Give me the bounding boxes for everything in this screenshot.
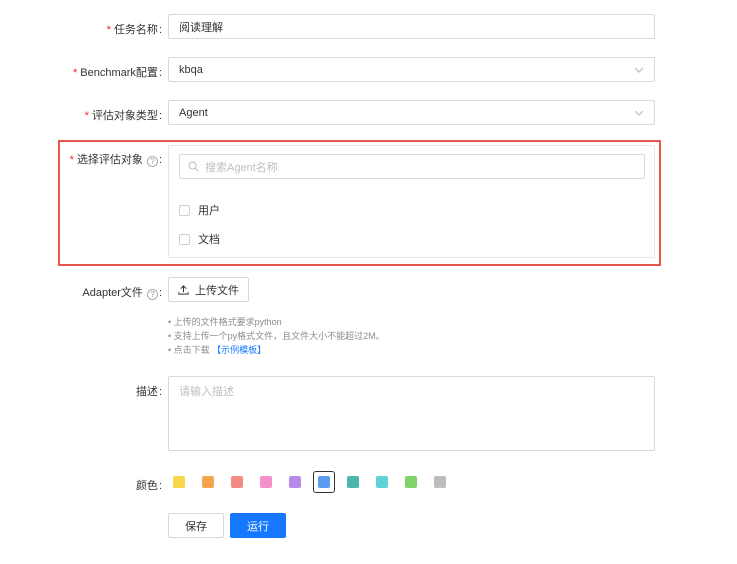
color-swatch-fill [347,476,359,488]
color-swatch-fill [434,476,446,488]
color-swatch-fill [231,476,243,488]
color-swatch[interactable] [284,471,306,493]
chevron-down-icon [634,65,644,75]
template-download-link[interactable]: 【示例模板】 [212,345,266,355]
target-select-panel: 搜索Agent名称 用户 文档 [168,145,655,258]
upload-hints: • 上传的文件格式要求python • 支持上传一个py格式文件，且文件大小不能… [168,317,385,355]
color-swatch[interactable] [371,471,393,493]
color-swatch[interactable] [168,471,190,493]
run-button[interactable]: 运行 [230,513,286,538]
option-document[interactable]: 文档 [179,231,220,247]
color-swatch[interactable] [197,471,219,493]
color-swatch-fill [289,476,301,488]
color-swatch[interactable] [313,471,335,493]
color-picker [168,470,458,494]
color-swatch[interactable] [429,471,451,493]
benchmark-select[interactable]: kbqa [168,57,655,82]
benchmark-label: * Benchmark配置: [73,67,162,79]
checkbox[interactable] [179,233,190,245]
help-icon[interactable]: ? [146,156,158,167]
required-mark: * [73,67,78,79]
upload-button[interactable]: 上传文件 [168,277,249,302]
required-mark: * [106,24,111,36]
target-type-label: * 评估对象类型: [84,110,162,122]
description-label: 描述: [135,386,162,398]
description-textarea[interactable]: 请输入描述 [168,376,655,451]
search-icon [188,161,199,172]
adapter-label: Adapter文件?: [82,287,162,300]
target-search-input[interactable]: 搜索Agent名称 [179,154,645,179]
save-button[interactable]: 保存 [168,513,224,538]
color-swatch[interactable] [226,471,248,493]
chevron-down-icon [634,108,644,118]
color-swatch-fill [202,476,214,488]
color-swatch[interactable] [400,471,422,493]
help-icon[interactable]: ? [146,289,158,300]
upload-icon [178,285,189,295]
color-swatch[interactable] [342,471,364,493]
target-select-label: * 选择评估对象?: [69,154,162,167]
color-swatch-fill [376,476,388,488]
target-type-select[interactable]: Agent [168,100,655,125]
color-swatch-fill [405,476,417,488]
color-swatch-fill [318,476,330,488]
color-swatch-fill [260,476,272,488]
required-mark: * [84,110,89,122]
option-user[interactable]: 用户 [179,202,220,218]
required-mark: * [69,154,74,166]
color-swatch-fill [173,476,185,488]
color-swatch[interactable] [255,471,277,493]
task-name-input[interactable]: 阅读理解 [168,14,655,39]
color-label: 颜色: [135,480,162,492]
checkbox[interactable] [179,204,190,216]
task-name-label: * 任务名称: [106,24,162,36]
